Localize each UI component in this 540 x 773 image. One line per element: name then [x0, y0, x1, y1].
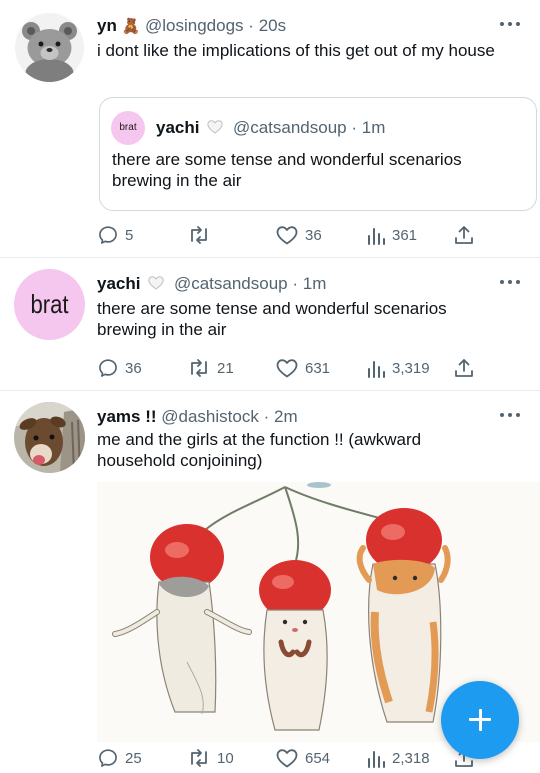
- retweet-button[interactable]: [187, 220, 217, 250]
- views-icon: [368, 751, 385, 768]
- retweet-icon: [191, 226, 207, 244]
- retweet-button[interactable]: 10: [187, 743, 234, 773]
- like-count: 631: [305, 359, 331, 377]
- handle[interactable]: @catsandsoup: [233, 118, 347, 137]
- retweet-count: 21: [217, 359, 234, 377]
- like-button[interactable]: 631: [275, 353, 330, 383]
- like-button[interactable]: 36: [275, 220, 322, 250]
- like-button[interactable]: 654: [275, 743, 330, 773]
- display-name[interactable]: yn: [97, 16, 117, 35]
- reply-count: 5: [125, 226, 134, 244]
- retweet-count: 10: [217, 749, 234, 767]
- separator-dot: ·: [351, 118, 358, 137]
- tweet-text: me and the girls at the function !! (awk…: [97, 430, 422, 470]
- white-heart-icon: [207, 120, 223, 134]
- tweet-actions: 5 36 361: [0, 220, 540, 250]
- retweet-icon: [191, 749, 207, 767]
- display-name[interactable]: yams !!: [97, 407, 157, 426]
- retweet-icon: [191, 359, 207, 377]
- share-button[interactable]: [453, 353, 475, 383]
- views-button[interactable]: 361: [366, 220, 417, 250]
- share-icon: [455, 226, 473, 244]
- reply-button[interactable]: 36: [97, 353, 142, 383]
- like-icon: [276, 226, 298, 245]
- tweet-text: i dont like the implications of this get…: [97, 41, 495, 60]
- reply-button[interactable]: 25: [97, 743, 142, 773]
- retweet-button[interactable]: 21: [187, 353, 234, 383]
- quoted-tweet[interactable]: brat yachi @catsandsoup · 1m there are s…: [99, 97, 537, 211]
- tweet-actions: 36 21 631 3,319: [0, 353, 540, 383]
- views-icon: [368, 228, 385, 245]
- timestamp[interactable]: 1m: [303, 274, 327, 293]
- avatar[interactable]: [14, 402, 85, 473]
- more-icon[interactable]: [500, 277, 522, 287]
- avatar[interactable]: brat: [14, 269, 85, 340]
- like-icon: [276, 749, 298, 768]
- compose-button[interactable]: [441, 681, 519, 759]
- timestamp[interactable]: 1m: [362, 118, 386, 137]
- avatar[interactable]: [15, 13, 84, 82]
- reply-icon: [99, 226, 117, 244]
- view-count: 2,318: [392, 749, 430, 767]
- teddy-bear-emoji: 🧸: [121, 18, 141, 35]
- separator-dot: ·: [263, 407, 270, 426]
- separator-dot: ·: [248, 16, 254, 35]
- views-icon: [368, 361, 385, 378]
- more-icon[interactable]: [500, 19, 522, 29]
- handle[interactable]: @losingdogs: [145, 16, 244, 35]
- share-icon: [455, 359, 473, 377]
- separator-dot: ·: [292, 274, 299, 293]
- tweet[interactable]: brat yachi @catsandsoup · 1m there are s…: [0, 258, 540, 390]
- timestamp[interactable]: 20s: [259, 16, 286, 35]
- tweet[interactable]: yn 🧸 @losingdogs · 20s i dont like the i…: [0, 0, 540, 257]
- like-count: 654: [305, 749, 331, 767]
- view-count: 3,319: [392, 359, 430, 377]
- quoted-tweet-text: there are some tense and wonderful scena…: [112, 150, 462, 190]
- white-heart-icon: [148, 276, 164, 290]
- avatar-text: brat: [30, 289, 69, 319]
- display-name[interactable]: yachi: [156, 118, 199, 137]
- timestamp[interactable]: 2m: [274, 407, 298, 426]
- share-button[interactable]: [453, 220, 475, 250]
- like-count: 36: [305, 226, 322, 244]
- handle[interactable]: @catsandsoup: [174, 274, 288, 293]
- views-button[interactable]: 3,319: [366, 353, 430, 383]
- reply-icon: [99, 749, 117, 767]
- like-icon: [276, 359, 298, 378]
- views-button[interactable]: 2,318: [366, 743, 430, 773]
- more-icon[interactable]: [500, 410, 522, 420]
- reply-count: 36: [125, 359, 142, 377]
- handle[interactable]: @dashistock: [161, 407, 259, 426]
- view-count: 361: [392, 226, 418, 244]
- reply-button[interactable]: 5: [97, 220, 133, 250]
- reply-count: 25: [125, 749, 142, 767]
- avatar[interactable]: brat: [111, 111, 145, 145]
- tweet-text: there are some tense and wonderful scena…: [97, 299, 447, 339]
- reply-icon: [99, 359, 117, 377]
- display-name[interactable]: yachi: [97, 274, 140, 293]
